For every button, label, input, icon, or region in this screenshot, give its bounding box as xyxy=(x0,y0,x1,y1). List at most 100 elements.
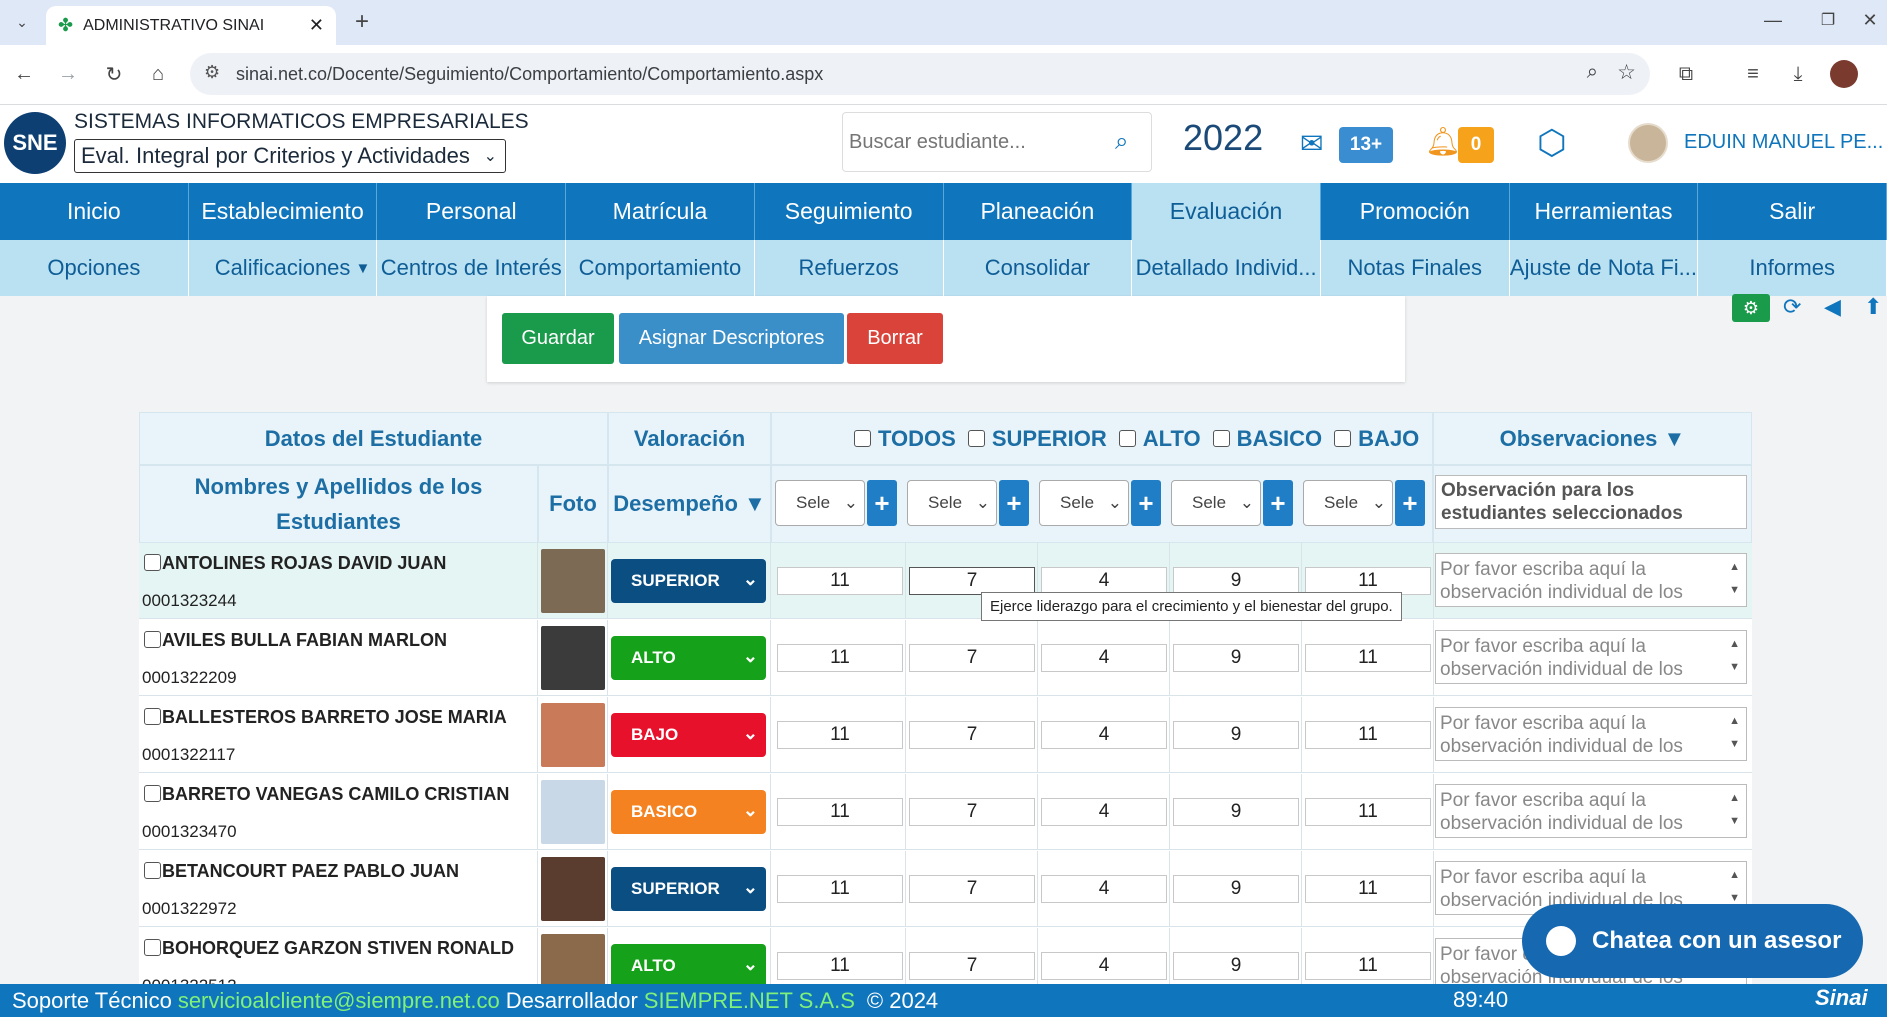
developer-link[interactable]: SIEMPRE.NET S.A.S xyxy=(644,988,855,1014)
up-arrow-icon[interactable]: ⬆ xyxy=(1864,294,1882,320)
performance-select[interactable]: BAJO ⌄ xyxy=(611,713,766,757)
grade-input[interactable]: 11 xyxy=(777,721,903,749)
row-observation-input[interactable]: Por favor escriba aquí la observación in… xyxy=(1435,553,1747,607)
nav-herramientas[interactable]: Herramientas xyxy=(1510,183,1699,240)
grade-input[interactable]: 11 xyxy=(1305,567,1431,595)
spinner-icon[interactable]: ▲▼ xyxy=(1729,787,1740,833)
grade-input[interactable]: 9 xyxy=(1173,798,1299,826)
subnav-calificaciones[interactable]: Calificaciones ▼ xyxy=(189,240,378,296)
mode-select[interactable]: Eval. Integral por Criterios y Actividad… xyxy=(74,139,506,173)
criterion-select-4[interactable]: Sele ⌄ xyxy=(1171,480,1261,526)
grade-input[interactable]: 4 xyxy=(1041,644,1167,672)
notification-badge[interactable]: 0 xyxy=(1458,127,1494,163)
grade-input[interactable]: 9 xyxy=(1173,721,1299,749)
save-button[interactable]: Guardar xyxy=(502,313,614,364)
row-observation-input[interactable]: Por favor escriba aquí la observación in… xyxy=(1435,784,1747,838)
minimize-icon[interactable]: — xyxy=(1757,4,1789,36)
add-criterion-2-button[interactable]: + xyxy=(999,480,1029,526)
grade-input[interactable]: 11 xyxy=(777,644,903,672)
grade-input[interactable]: 4 xyxy=(1041,952,1167,980)
support-email-link[interactable]: servicioalcliente@siempre.net.co xyxy=(178,988,500,1014)
grade-input[interactable]: 11 xyxy=(777,952,903,980)
performance-select[interactable]: BASICO ⌄ xyxy=(611,790,766,834)
row-observation-input[interactable]: Por favor escriba aquí la observación in… xyxy=(1435,630,1747,684)
performance-select[interactable]: SUPERIOR ⌄ xyxy=(611,559,766,603)
close-window-icon[interactable]: ✕ xyxy=(1854,4,1886,36)
filter-basico-checkbox[interactable] xyxy=(1212,430,1230,447)
grade-input[interactable]: 9 xyxy=(1173,567,1299,595)
spinner-icon[interactable]: ▲▼ xyxy=(1729,633,1740,679)
grade-input[interactable]: 4 xyxy=(1041,567,1167,595)
assign-descriptors-button[interactable]: Asignar Descriptores xyxy=(619,313,844,364)
search-icon[interactable]: ⌕ xyxy=(1115,128,1128,156)
criterion-select-5[interactable]: Sele ⌄ xyxy=(1303,480,1393,526)
subnav-consolidar[interactable]: Consolidar xyxy=(944,240,1133,296)
grade-input[interactable]: 11 xyxy=(1305,721,1431,749)
grade-input[interactable]: 11 xyxy=(777,567,903,595)
grade-input[interactable]: 11 xyxy=(777,875,903,903)
filter-bajo-checkbox[interactable] xyxy=(1334,430,1352,447)
cube-icon[interactable]: ⬡ xyxy=(1537,123,1567,163)
address-bar[interactable]: ⚙ sinai.net.co/Docente/Seguimiento/Compo… xyxy=(190,53,1650,95)
chat-button[interactable]: Chatea con un asesor xyxy=(1522,904,1863,978)
row-checkbox[interactable] xyxy=(144,631,161,648)
add-criterion-4-button[interactable]: + xyxy=(1263,480,1293,526)
browser-tab[interactable]: ✤ ADMINISTRATIVO SINAI ✕ xyxy=(46,6,336,45)
media-icon[interactable]: ≡ xyxy=(1737,58,1769,90)
grade-input[interactable]: 4 xyxy=(1041,875,1167,903)
user-name[interactable]: EDUIN MANUEL PE... xyxy=(1684,131,1883,154)
site-info-icon[interactable]: ⚙ xyxy=(204,62,220,83)
nav-planeacion[interactable]: Planeación xyxy=(944,183,1133,240)
search-input[interactable] xyxy=(849,130,1099,154)
profile-avatar[interactable] xyxy=(1830,60,1858,88)
nav-establecimiento[interactable]: Establecimiento xyxy=(189,183,378,240)
criterion-select-2[interactable]: Sele ⌄ xyxy=(907,480,997,526)
bookmark-star-icon[interactable]: ☆ xyxy=(1617,60,1636,85)
grade-input[interactable]: 11 xyxy=(1305,798,1431,826)
forward-icon[interactable]: → xyxy=(52,58,84,90)
grade-input[interactable]: 7 xyxy=(909,567,1035,595)
criterion-select-1[interactable]: Sele ⌄ xyxy=(775,480,865,526)
grade-input[interactable]: 9 xyxy=(1173,875,1299,903)
grade-input[interactable]: 7 xyxy=(909,798,1035,826)
tab-search-icon[interactable]: ⌄ xyxy=(6,6,38,38)
excel-icon[interactable]: ⚙ xyxy=(1732,294,1770,322)
extensions-icon[interactable]: ⧉ xyxy=(1670,58,1702,90)
subnav-refuerzos[interactable]: Refuerzos xyxy=(755,240,944,296)
bell-icon[interactable]: 🔔︎ xyxy=(1425,125,1461,158)
grade-input[interactable]: 11 xyxy=(1305,875,1431,903)
grade-input[interactable]: 11 xyxy=(777,798,903,826)
subnav-opciones[interactable]: Opciones xyxy=(0,240,189,296)
subnav-notas-finales[interactable]: Notas Finales xyxy=(1321,240,1510,296)
add-criterion-1-button[interactable]: + xyxy=(867,480,897,526)
nav-matricula[interactable]: Matrícula xyxy=(566,183,755,240)
add-criterion-5-button[interactable]: + xyxy=(1395,480,1425,526)
group-observation-input[interactable]: Observación para los estudiantes selecci… xyxy=(1435,475,1747,529)
row-checkbox[interactable] xyxy=(144,862,161,879)
download-icon[interactable]: ⤓ xyxy=(1782,58,1814,90)
nav-promocion[interactable]: Promoción xyxy=(1321,183,1510,240)
zoom-icon[interactable]: ⌕ xyxy=(1587,61,1598,84)
subnav-detallado[interactable]: Detallado Individ... xyxy=(1132,240,1321,296)
mail-icon[interactable]: ✉ xyxy=(1300,127,1323,160)
grade-input[interactable]: 11 xyxy=(1305,644,1431,672)
student-search[interactable]: ⌕ xyxy=(842,112,1152,172)
grade-input[interactable]: 7 xyxy=(909,721,1035,749)
performance-select[interactable]: ALTO ⌄ xyxy=(611,636,766,680)
row-checkbox[interactable] xyxy=(144,939,161,956)
home-icon[interactable]: ⌂ xyxy=(142,58,174,90)
grade-input[interactable]: 4 xyxy=(1041,798,1167,826)
row-checkbox[interactable] xyxy=(144,708,161,725)
grade-input[interactable]: 7 xyxy=(909,952,1035,980)
back-circle-icon[interactable]: ◀ xyxy=(1824,294,1841,320)
nav-personal[interactable]: Personal xyxy=(377,183,567,240)
grade-input[interactable]: 7 xyxy=(909,875,1035,903)
grade-input[interactable]: 7 xyxy=(909,644,1035,672)
refresh-icon[interactable]: ⟳ xyxy=(1783,294,1801,320)
back-icon[interactable]: ← xyxy=(8,58,40,90)
grade-input[interactable]: 4 xyxy=(1041,721,1167,749)
nav-inicio[interactable]: Inicio xyxy=(0,183,189,240)
filter-alto-checkbox[interactable] xyxy=(1118,430,1136,447)
restore-icon[interactable]: ❐ xyxy=(1812,4,1844,36)
close-tab-icon[interactable]: ✕ xyxy=(309,15,324,36)
